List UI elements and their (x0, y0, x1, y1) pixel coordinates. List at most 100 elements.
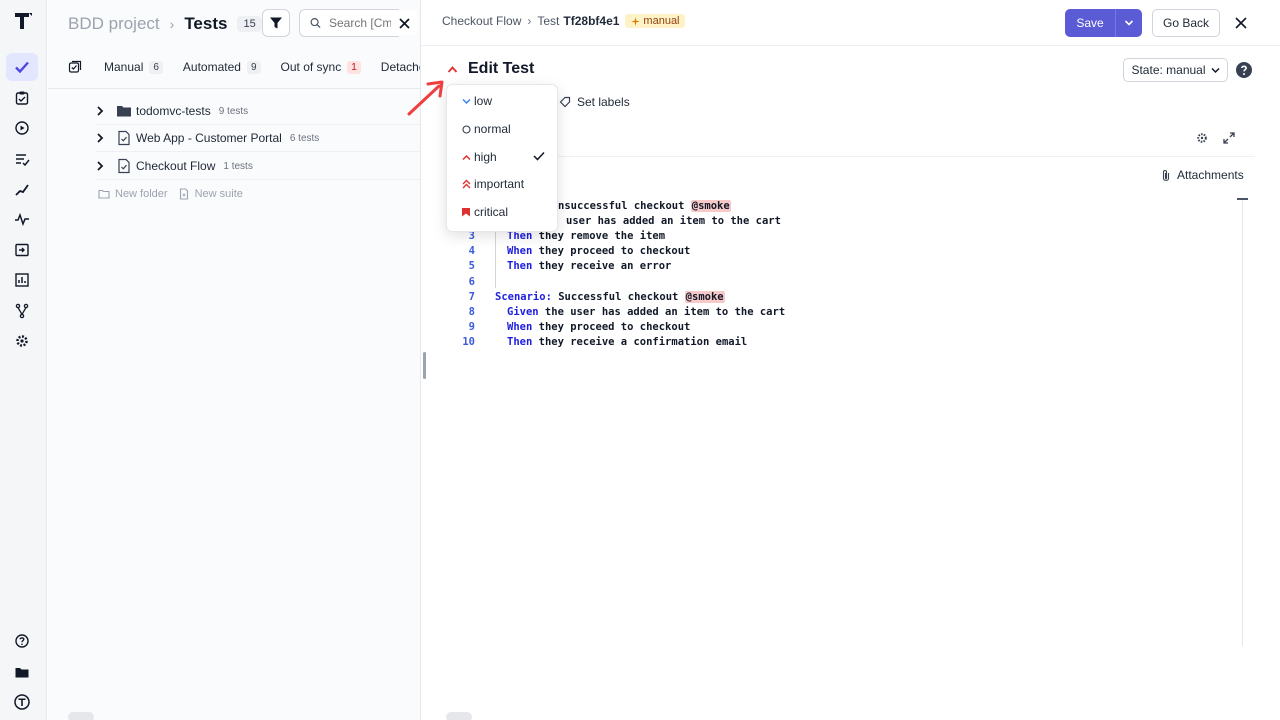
suite-icon (116, 130, 132, 146)
rail-list-button[interactable] (6, 145, 38, 173)
state-badge: manual (625, 14, 685, 28)
tree-item-label: todomvc-tests (136, 104, 211, 118)
tab-manual[interactable]: Manual 6 (104, 60, 163, 74)
tree-item-count: 9 tests (218, 105, 249, 117)
divider (447, 156, 1255, 157)
annotation-arrow-icon (407, 80, 444, 116)
help-icon[interactable] (1235, 61, 1253, 79)
nav-rail (0, 0, 47, 720)
state-dropdown[interactable]: State: manual (1123, 58, 1228, 82)
rail-profile-button[interactable] (6, 688, 38, 716)
rail-import-button[interactable] (6, 236, 38, 264)
new-folder-button[interactable]: New folder (98, 188, 168, 200)
bulk-select-icon[interactable] (68, 60, 82, 74)
chevron-right-icon[interactable] (96, 161, 106, 171)
rail-analytics-button[interactable] (6, 266, 38, 294)
rail-branches-button[interactable] (6, 297, 38, 325)
keyboard-hint-chip (68, 712, 94, 720)
code-line: 4 When they proceed to checkout (468, 244, 691, 257)
breadcrumb-test-prefix: Test (537, 14, 560, 28)
tag-token: @smoke (684, 290, 725, 303)
tab-out-of-sync[interactable]: Out of sync 1 (281, 60, 361, 74)
set-labels-button[interactable]: Set labels (559, 95, 630, 109)
rail-projects-button[interactable] (6, 658, 38, 686)
code-line: 7 Scenario: Successful checkout @smoke (468, 290, 725, 303)
divider (96, 151, 420, 152)
new-actions: New folder New suite (98, 188, 253, 200)
test-id: Tf28bf4e1 (563, 14, 620, 28)
tests-header: BDD project › Tests 15 (68, 12, 262, 36)
check-icon (533, 151, 545, 161)
save-options-button[interactable] (1115, 9, 1142, 37)
close-icon (398, 17, 410, 29)
search-input[interactable] (329, 16, 399, 30)
gear-icon (16, 335, 28, 347)
chevron-right-icon[interactable] (96, 106, 106, 116)
branch-icon (15, 303, 29, 319)
testomat-logo-icon[interactable] (12, 10, 34, 32)
priority-option-normal[interactable]: normal (447, 117, 557, 141)
code-line: 10 Then they receive a confirmation emai… (462, 335, 748, 348)
rail-help-button[interactable] (6, 627, 38, 655)
chevron-down-icon (461, 96, 471, 106)
search-icon (310, 18, 321, 29)
divider (96, 179, 420, 180)
tab-count: 1 (347, 60, 361, 74)
go-back-button[interactable]: Go Back (1152, 9, 1220, 37)
priority-option-high[interactable]: high (447, 145, 557, 169)
tree-item-web-app-customer-portal[interactable]: Web App - Customer Portal 6 tests (96, 127, 319, 149)
new-suite-button[interactable]: New suite (178, 188, 243, 200)
tests-count-badge: 15 (237, 16, 262, 32)
chevron-down-icon (1210, 67, 1220, 73)
expand-icon[interactable] (1223, 132, 1235, 144)
rail-plans-button[interactable] (6, 84, 38, 112)
tests-tabs: Manual 6 Automated 9 Out of sync 1 Detac… (68, 56, 452, 78)
play-circle-icon (15, 121, 29, 135)
paperclip-icon (1162, 169, 1170, 181)
panel-resize-handle[interactable] (423, 352, 426, 379)
breadcrumb: Checkout Flow › Test Tf28bf4e1 manual (442, 14, 685, 28)
priority-option-important[interactable]: important (447, 172, 557, 196)
search-close-button[interactable] (391, 11, 417, 35)
steps-icon (15, 184, 29, 196)
priority-option-critical[interactable]: critical (447, 200, 557, 224)
page-title: Tests (184, 14, 228, 33)
attachments-button[interactable]: Attachments (1161, 168, 1244, 182)
editor-scrollbar-track[interactable] (1242, 198, 1243, 646)
editor-settings-icon[interactable] (1196, 132, 1208, 144)
rail-runs-button[interactable] (6, 114, 38, 142)
save-button[interactable]: Save (1065, 9, 1115, 37)
avatar-icon (14, 694, 30, 710)
priority-high-icon[interactable] (447, 65, 458, 74)
priority-option-low[interactable]: low (447, 89, 557, 113)
filter-button[interactable] (262, 9, 290, 37)
folder-plus-icon (98, 189, 110, 199)
tree-item-todomvc-tests[interactable]: todomvc-tests 9 tests (96, 100, 248, 122)
rail-tests-button[interactable] (6, 53, 38, 81)
divider (96, 124, 420, 125)
editor-scrollbar-thumb[interactable] (1237, 198, 1248, 200)
chevron-right-icon[interactable] (96, 133, 106, 143)
tree-item-label: Web App - Customer Portal (136, 131, 282, 145)
tree-item-count: 1 tests (223, 160, 253, 172)
chevron-down-icon (1124, 20, 1134, 26)
rail-settings-button[interactable] (6, 327, 38, 355)
rail-steps-button[interactable] (6, 175, 38, 203)
suite-icon (116, 158, 132, 174)
bar-chart-icon (15, 273, 29, 287)
breadcrumb-separator: › (527, 14, 532, 28)
help-circle-icon (15, 634, 29, 648)
search-box[interactable] (299, 9, 399, 37)
tab-automated[interactable]: Automated 9 (183, 60, 261, 74)
breadcrumb-suite[interactable]: Checkout Flow (442, 14, 521, 28)
edit-test-title: Edit Test (468, 60, 535, 77)
close-panel-button[interactable] (1231, 13, 1251, 33)
file-plus-icon (179, 188, 188, 200)
rail-pulse-button[interactable] (6, 205, 38, 233)
folder-icon (116, 103, 132, 119)
project-name[interactable]: BDD project (68, 14, 160, 34)
tree-item-checkout-flow[interactable]: Checkout Flow 1 tests (96, 155, 253, 177)
priority-dropdown: low normal high important critical (446, 84, 558, 232)
tab-count: 9 (246, 60, 261, 74)
divider (421, 45, 1280, 46)
